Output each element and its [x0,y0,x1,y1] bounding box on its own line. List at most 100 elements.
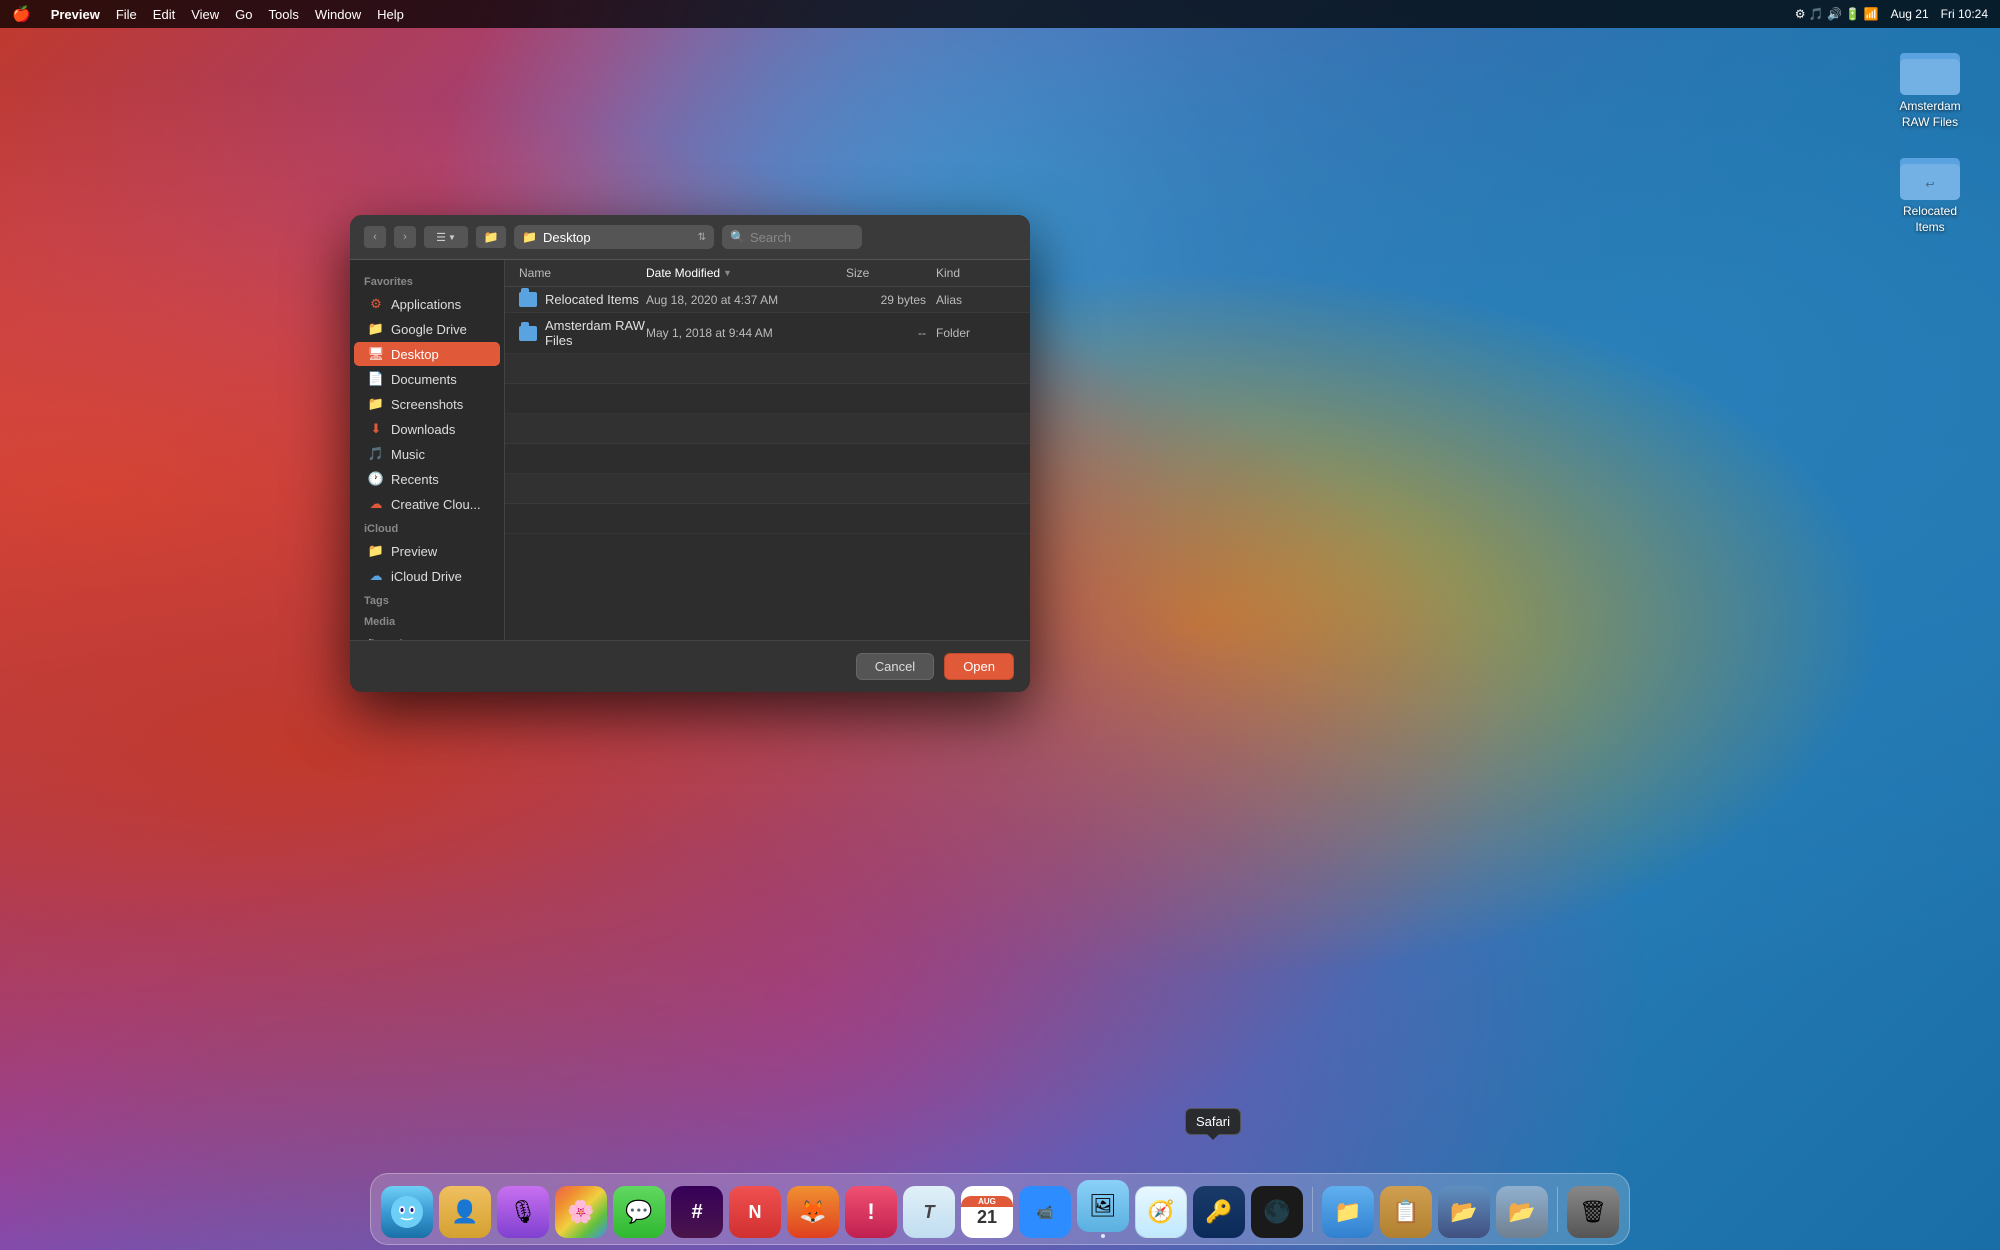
finder-icon [381,1186,433,1238]
sidebar-item-screenshots[interactable]: 📁 Screenshots [354,392,500,416]
sidebar-item-icloud-drive[interactable]: ☁ iCloud Drive [354,564,500,588]
table-row-empty-3 [505,414,1030,444]
calendar-icon: AUG 21 [961,1186,1013,1238]
sidebar-item-creative-cloud[interactable]: ☁ Creative Clou... [354,492,500,516]
col-header-name[interactable]: Name [519,266,646,280]
screenshots-icon: 📁 [368,396,384,412]
dock-item-safari[interactable]: 🧭 [1135,1186,1187,1238]
messages-icon: 💬 [613,1186,665,1238]
location-picker[interactable]: 📁 Desktop ⇅ [514,225,714,249]
sidebar-item-music[interactable]: 🎵 Music [354,442,500,466]
sidebar-creative-cloud-label: Creative Clou... [391,497,481,512]
desktop-icon-relocated[interactable]: ↩ Relocated Items [1890,150,1970,235]
dock-item-finder[interactable] [381,1186,433,1238]
forward-button[interactable]: › [394,226,416,248]
news-icon: N [729,1186,781,1238]
menu-tools[interactable]: Tools [269,7,299,22]
dock-item-pockity[interactable]: ! [845,1186,897,1238]
files2-icon: 📂 [1438,1186,1490,1238]
table-row[interactable]: Amsterdam RAW Files May 1, 2018 at 9:44 … [505,313,1030,354]
dock-item-zoom[interactable]: 📹 [1019,1186,1071,1238]
folder-action-icon: 📁 [484,230,499,244]
file-list-rows: Relocated Items Aug 18, 2020 at 4:37 AM … [505,287,1030,640]
file-name-cell-relocated: Relocated Items [519,292,646,307]
location-folder-icon: 📁 [522,230,537,244]
menu-go[interactable]: Go [235,7,252,22]
dock-item-files3[interactable]: 📂 [1496,1186,1548,1238]
desktop-icon-sidebar: 🖥 [368,346,384,362]
dock-item-preview[interactable]: 🖼 [1077,1180,1129,1238]
media-header: Media [350,610,504,631]
dock-item-news[interactable]: N [729,1186,781,1238]
filemanager-icon: 📋 [1380,1186,1432,1238]
firefox-icon: 🦊 [787,1186,839,1238]
sidebar-item-photos[interactable]: 📷 Photos [354,632,500,640]
dock-item-filemanager[interactable]: 📋 [1380,1186,1432,1238]
col-header-kind[interactable]: Kind [936,266,1016,280]
cancel-button[interactable]: Cancel [856,653,934,680]
sidebar-photos-label: Photos [391,637,431,641]
sidebar-item-desktop[interactable]: 🖥 Desktop [354,342,500,366]
table-row[interactable]: Relocated Items Aug 18, 2020 at 4:37 AM … [505,287,1030,313]
menu-view[interactable]: View [191,7,219,22]
file-folder-icon-amsterdam [519,326,537,341]
col-header-size[interactable]: Size [846,266,936,280]
menubar: 🍎 Preview File Edit View Go Tools Window… [0,0,2000,28]
apple-menu[interactable]: 🍎 [12,5,31,23]
desktop-icons: Amsterdam RAW Files ↩ Relocated Items [1890,45,1970,235]
action-button[interactable]: 📁 [476,226,506,248]
chevron-down-icon: ▼ [448,233,456,242]
file-list-header: Name Date Modified ▼ Size Kind [505,260,1030,287]
search-input[interactable] [750,230,850,245]
dock-item-siri[interactable]: 🎙 [497,1186,549,1238]
dock-item-typora[interactable]: T [903,1186,955,1238]
menu-window[interactable]: Window [315,7,361,22]
dock-item-files1[interactable]: 📁 [1322,1186,1374,1238]
google-drive-icon: 📁 [368,321,384,337]
file-name-cell-amsterdam: Amsterdam RAW Files [519,318,646,348]
menu-file[interactable]: File [116,7,137,22]
darkroom-icon: 🌑 [1251,1186,1303,1238]
dock-item-slack[interactable]: # [671,1186,723,1238]
view-button[interactable]: ☰ ▼ [424,226,468,248]
dock-item-1password[interactable]: 🔑 [1193,1186,1245,1238]
menu-help[interactable]: Help [377,7,404,22]
dock-item-firefox[interactable]: 🦊 [787,1186,839,1238]
back-button[interactable]: ‹ [364,226,386,248]
menubar-left: 🍎 Preview File Edit View Go Tools Window… [12,5,404,23]
open-button[interactable]: Open [944,653,1014,680]
applications-icon: ⚙ [368,296,384,312]
dock-item-photos[interactable]: 🌸 [555,1186,607,1238]
sidebar-item-documents[interactable]: 📄 Documents [354,367,500,391]
dock-item-files2[interactable]: 📂 [1438,1186,1490,1238]
sidebar-documents-label: Documents [391,372,457,387]
search-box[interactable]: 🔍 [722,225,862,249]
sidebar-item-google-drive[interactable]: 📁 Google Drive [354,317,500,341]
recents-icon: 🕐 [368,471,384,487]
sidebar-item-recents[interactable]: 🕐 Recents [354,467,500,491]
desktop-icon-amsterdam[interactable]: Amsterdam RAW Files [1890,45,1970,130]
dock-item-trash[interactable]: 🗑 [1567,1186,1619,1238]
app-menu-preview[interactable]: Preview [51,7,100,22]
sidebar-music-label: Music [391,447,425,462]
location-label: Desktop [543,230,692,245]
dock-item-messages[interactable]: 💬 [613,1186,665,1238]
file-size-relocated: 29 bytes [846,293,936,307]
contacts-app-icon: 👤 [439,1186,491,1238]
dock-item-contacts[interactable]: 👤 [439,1186,491,1238]
sidebar-item-applications[interactable]: ⚙ Applications [354,292,500,316]
folder-svg-relocated: ↩ [1900,150,1960,200]
table-row-empty-1 [505,354,1030,384]
table-row-empty-2 [505,384,1030,414]
col-header-date[interactable]: Date Modified ▼ [646,266,846,280]
sidebar-item-preview-icloud[interactable]: 📁 Preview [354,539,500,563]
preview-icloud-icon: 📁 [368,543,384,559]
files-app-icon: 📁 [1322,1186,1374,1238]
dock-separator [1312,1187,1313,1232]
pockity-icon: ! [845,1186,897,1238]
sidebar-item-downloads[interactable]: ⬇ Downloads [354,417,500,441]
menu-edit[interactable]: Edit [153,7,175,22]
preview-app-icon: 🖼 [1077,1180,1129,1232]
dock-item-calendar[interactable]: AUG 21 [961,1186,1013,1238]
dock-item-darkroom[interactable]: 🌑 [1251,1186,1303,1238]
